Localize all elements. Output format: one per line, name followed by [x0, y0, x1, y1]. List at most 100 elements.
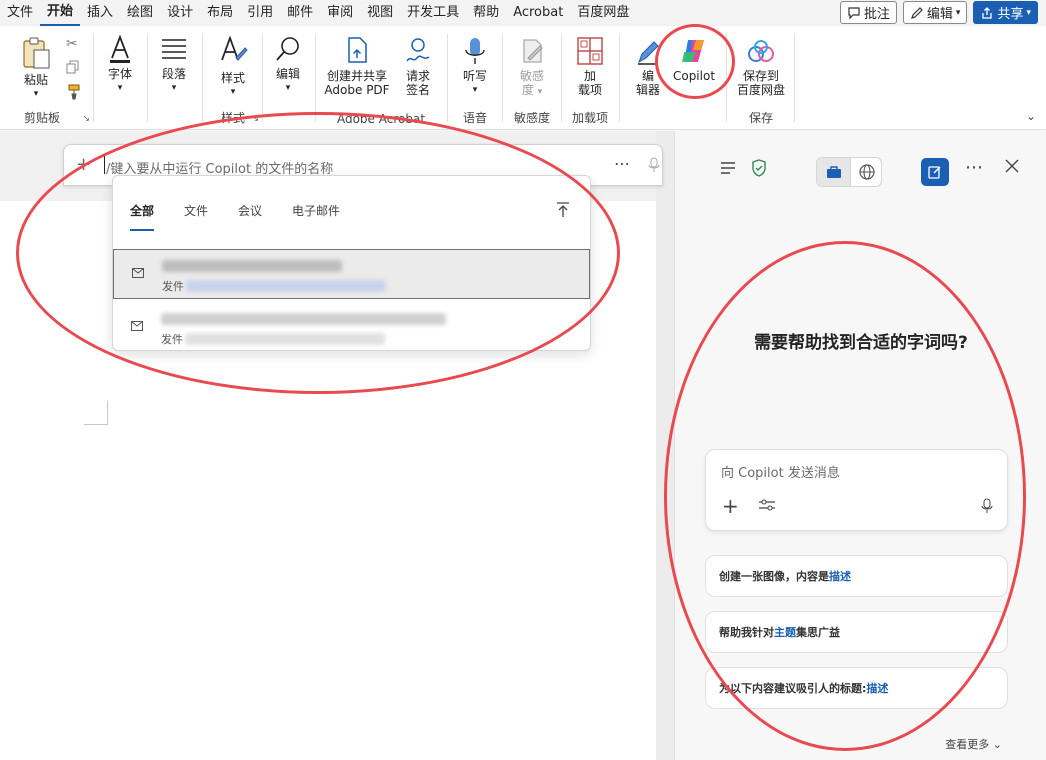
- compose-icon: [928, 166, 941, 179]
- menu-home[interactable]: 开始: [40, 0, 81, 26]
- paste-button[interactable]: 粘贴 ▾: [16, 36, 56, 101]
- sensitivity-button[interactable]: 敏感 度 ▾: [512, 36, 552, 99]
- more-options-icon[interactable]: ⋯: [614, 154, 630, 173]
- see-more-link[interactable]: 查看更多 ⌄: [945, 736, 1002, 752]
- settings-sliders-icon[interactable]: [758, 498, 776, 515]
- menu-help[interactable]: 帮助: [466, 0, 506, 26]
- ribbon-collapse-icon[interactable]: ⌄: [1026, 109, 1036, 123]
- editing-button[interactable]: 编辑 ▾: [268, 34, 308, 95]
- addins-button[interactable]: 加 载项: [570, 36, 610, 97]
- new-chat-button[interactable]: [921, 158, 949, 186]
- suggestion-highlight: 主题: [774, 626, 796, 639]
- chevron-down-icon: ▾: [117, 83, 123, 93]
- menu-draw[interactable]: 绘图: [120, 0, 160, 26]
- copilot-button[interactable]: Copilot: [670, 36, 718, 83]
- save-baidu-button[interactable]: 保存到 百度网盘: [732, 38, 790, 97]
- menu-mailings[interactable]: 邮件: [280, 0, 320, 26]
- menu-file[interactable]: 文件: [0, 0, 40, 26]
- pencil-icon: [910, 6, 923, 19]
- tab-files[interactable]: 文件: [184, 202, 208, 231]
- signature-icon: [406, 38, 430, 62]
- web-mode-button[interactable]: [850, 158, 881, 186]
- add-attachment-icon[interactable]: +: [722, 494, 739, 518]
- tab-all[interactable]: 全部: [130, 202, 155, 231]
- paragraph-icon: [162, 39, 186, 59]
- tab-emails[interactable]: 电子邮件: [292, 202, 340, 231]
- list-item-sender: 发件: [161, 333, 183, 346]
- suggestion-brainstorm[interactable]: 帮助我针对 主题 集思广益: [705, 611, 1008, 653]
- cut-icon[interactable]: ✂: [66, 36, 78, 52]
- collapse-up-icon[interactable]: [556, 202, 570, 221]
- add-icon[interactable]: +: [76, 154, 91, 175]
- menu-review[interactable]: 审阅: [320, 0, 360, 26]
- pane-toolbar: ⋯: [675, 155, 1046, 191]
- close-icon[interactable]: [1005, 159, 1019, 176]
- font-button[interactable]: 字体 ▾: [100, 34, 140, 95]
- microphone-icon[interactable]: [648, 157, 660, 176]
- suggestion-create-image[interactable]: 创建一张图像，内容是 描述: [705, 555, 1008, 597]
- microphone-icon: [465, 38, 485, 64]
- menu-design[interactable]: 设计: [160, 0, 200, 26]
- create-share-pdf-button[interactable]: 创建并共享 Adobe PDF: [322, 36, 392, 97]
- page-corner-marker: [84, 401, 108, 425]
- message-input[interactable]: 向 Copilot 发送消息: [721, 462, 840, 481]
- chevron-down-icon: ▾: [285, 83, 291, 93]
- menu-icon[interactable]: [719, 159, 737, 180]
- acrobat-group-label: Adobe Acrobat: [336, 112, 426, 126]
- request-signature-button[interactable]: 请求 签名: [398, 36, 438, 97]
- share-label: 共享: [997, 7, 1024, 22]
- chevron-down-icon: ⌄: [992, 738, 1002, 751]
- suggestion-highlight: 描述: [829, 570, 851, 583]
- menu-references[interactable]: 引用: [240, 0, 280, 26]
- comment-button[interactable]: 批注: [839, 1, 897, 24]
- request-sign-line2: 签名: [405, 83, 430, 97]
- list-item[interactable]: 发件: [113, 249, 590, 299]
- menu-baidu[interactable]: 百度网盘: [570, 0, 636, 26]
- styles-label: 样式: [220, 71, 245, 85]
- mail-icon: [131, 321, 143, 331]
- message-input-box[interactable]: 向 Copilot 发送消息 +: [705, 449, 1008, 531]
- menu-acrobat[interactable]: Acrobat: [506, 0, 570, 26]
- paragraph-label: 段落: [161, 67, 186, 81]
- menu-view[interactable]: 视图: [360, 0, 400, 26]
- dialog-launcher-icon[interactable]: ↘: [251, 114, 259, 124]
- more-options-icon[interactable]: ⋯: [965, 157, 983, 178]
- sensitivity-line1: 敏感: [519, 69, 544, 83]
- chevron-down-icon: ▾: [171, 83, 177, 93]
- comment-label: 批注: [863, 7, 890, 22]
- menu-layout[interactable]: 布局: [200, 0, 240, 26]
- microphone-icon[interactable]: [981, 498, 993, 517]
- suggestion-text: 创建一张图像，内容是: [719, 570, 829, 583]
- copy-icon[interactable]: [66, 60, 80, 77]
- chevron-down-icon: ▾: [955, 7, 961, 18]
- styles-button[interactable]: 样式 ▾: [213, 34, 253, 99]
- font-label: 字体: [107, 67, 132, 81]
- share-button[interactable]: 共享 ▾: [973, 1, 1038, 24]
- edit-mode-button[interactable]: 编辑 ▾: [902, 1, 968, 24]
- suggestion-text: 为以下内容建议吸引人的标题:: [719, 682, 867, 695]
- redacted-title: [161, 313, 446, 325]
- editor-button[interactable]: 编 辑器: [626, 38, 670, 97]
- list-item[interactable]: 发件: [113, 303, 590, 353]
- pane-divider[interactable]: [656, 131, 674, 760]
- shield-check-icon[interactable]: [751, 159, 767, 180]
- addins-grid-icon: [577, 37, 603, 65]
- menu-insert[interactable]: 插入: [80, 0, 120, 26]
- dictate-button[interactable]: 听写 ▾: [455, 36, 495, 97]
- paste-label: 粘贴: [23, 73, 48, 87]
- edit-mode-label: 编辑: [926, 7, 953, 22]
- pdf-share-icon: [348, 37, 367, 63]
- format-painter-icon[interactable]: [66, 84, 82, 103]
- suggestion-highlight: 描述: [866, 682, 889, 695]
- chevron-down-icon: ▾: [1026, 7, 1031, 18]
- suggestion-title[interactable]: 为以下内容建议吸引人的标题: 描述: [705, 667, 1008, 709]
- dialog-launcher-icon[interactable]: ↘: [82, 114, 90, 124]
- editor-pen-icon: [638, 41, 659, 65]
- chevron-down-icon: ▾: [472, 85, 478, 95]
- tab-meetings[interactable]: 会议: [238, 202, 262, 231]
- menu-developer[interactable]: 开发工具: [400, 0, 466, 26]
- paragraph-button[interactable]: 段落 ▾: [154, 34, 194, 95]
- work-mode-button[interactable]: [817, 158, 850, 186]
- ribbon-separator: [147, 34, 148, 122]
- redacted-sender: [185, 333, 385, 345]
